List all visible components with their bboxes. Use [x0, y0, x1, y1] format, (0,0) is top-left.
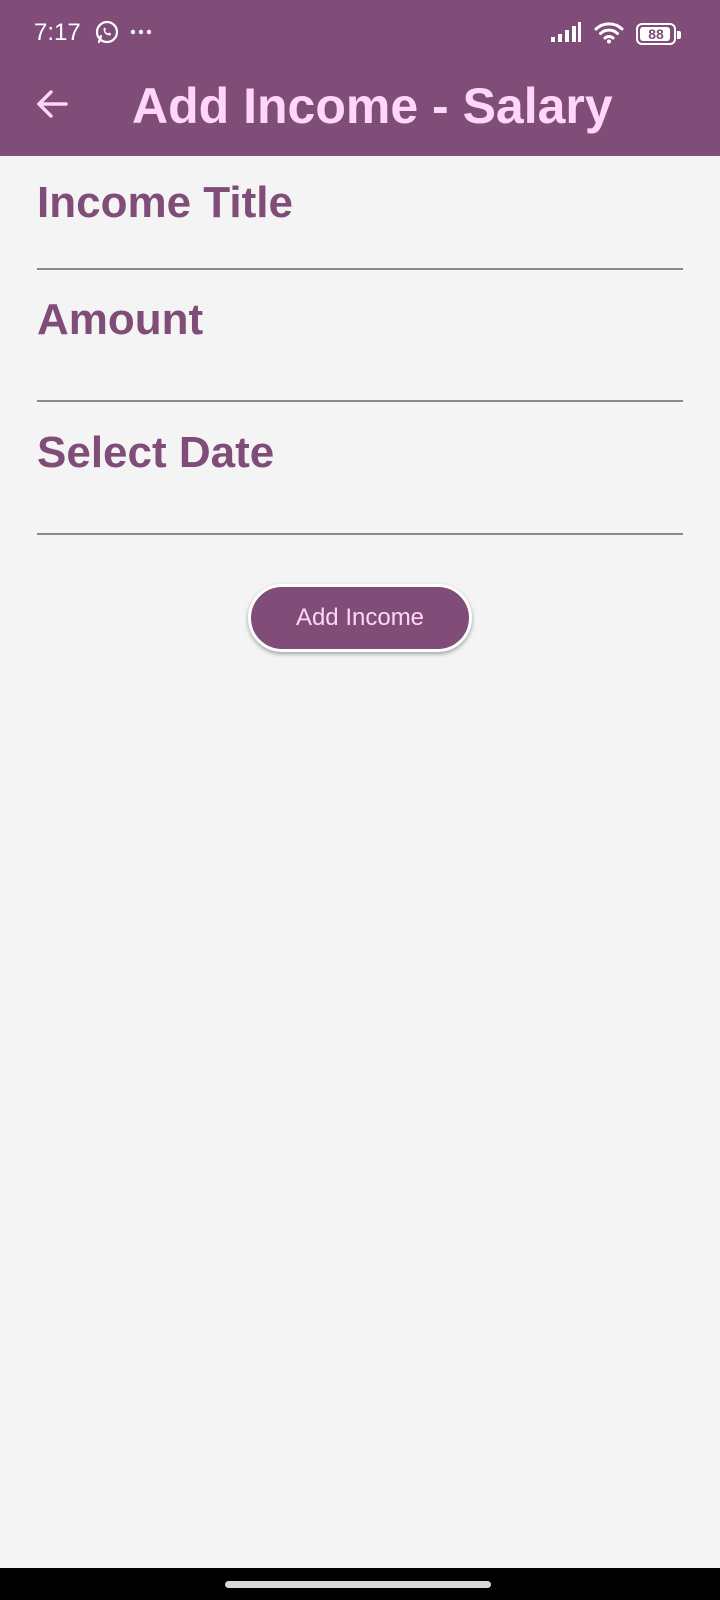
status-bar: 7:17 88 [0, 0, 720, 66]
battery-level: 88 [648, 26, 664, 42]
battery-icon: 88 [636, 23, 681, 45]
income-title-field [37, 156, 683, 270]
arrow-left-icon [35, 87, 69, 126]
status-time: 7:17 [34, 19, 81, 46]
amount-input[interactable] [37, 270, 683, 402]
status-right-icons: 88 [550, 18, 681, 50]
page-title: Add Income - Salary [132, 78, 613, 134]
signal-icon [550, 21, 582, 48]
status-left-icons [94, 20, 154, 48]
whatsapp-icon [94, 19, 120, 50]
navigation-bar [0, 1568, 720, 1600]
wifi-icon [594, 20, 624, 49]
battery-tip [677, 31, 681, 39]
amount-field [37, 270, 683, 403]
income-form [37, 156, 683, 536]
date-field [37, 403, 683, 536]
add-income-button[interactable]: Add Income [248, 584, 472, 652]
home-indicator[interactable] [225, 1581, 491, 1588]
back-button[interactable] [28, 82, 76, 130]
more-dots-icon [128, 19, 154, 50]
income-title-input[interactable] [37, 156, 683, 270]
select-date-input[interactable] [37, 403, 683, 535]
app-bar: Add Income - Salary [0, 66, 720, 156]
